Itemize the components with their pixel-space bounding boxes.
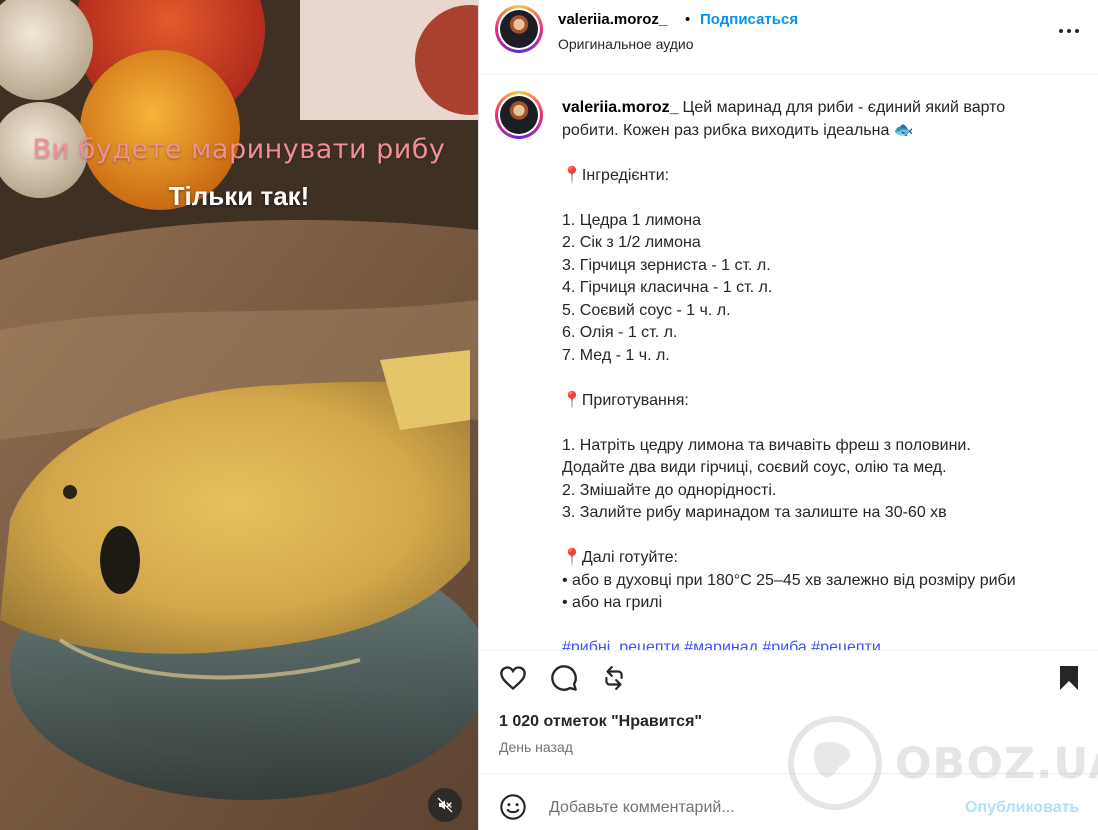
post-panel: valeriia.moroz_ • Подписаться Оригинальн… xyxy=(478,0,1098,830)
author-avatar[interactable] xyxy=(495,5,543,53)
author-username[interactable]: valeriia.moroz_ xyxy=(558,11,667,28)
caption-avatar[interactable] xyxy=(495,91,543,139)
post-media[interactable]: Ви будете маринувати рибу Тільки так! xyxy=(0,0,478,830)
more-horizontal-icon xyxy=(1059,29,1079,33)
follow-button[interactable]: Подписаться xyxy=(700,11,798,28)
mute-button[interactable] xyxy=(428,788,462,822)
like-button[interactable] xyxy=(496,661,530,695)
comment-icon xyxy=(551,665,577,691)
post-time[interactable]: День назад xyxy=(499,739,573,755)
overlay-subtitle: Тільки так! xyxy=(168,181,310,211)
post-comment-button[interactable]: Опубликовать xyxy=(965,799,1079,817)
likes-count[interactable]: 1 020 отметок "Нравится" xyxy=(499,713,702,731)
caption-username[interactable]: valeriia.moroz_ xyxy=(562,99,679,116)
save-button[interactable] xyxy=(1052,661,1086,695)
comment-button[interactable] xyxy=(547,661,581,695)
heart-icon xyxy=(500,666,526,691)
hashtags[interactable]: #рибні_рецепти #маринад #риба #рецепти xyxy=(562,639,881,650)
fish-photo xyxy=(0,0,478,830)
smiley-icon[interactable] xyxy=(499,793,527,821)
post-header: valeriia.moroz_ • Подписаться Оригинальн… xyxy=(479,0,1098,75)
separator-dot: • xyxy=(685,11,691,28)
bookmark-filled-icon xyxy=(1060,666,1078,690)
audio-label[interactable]: Оригинальное аудио xyxy=(558,36,694,52)
action-bar xyxy=(479,652,1098,704)
repost-button[interactable] xyxy=(597,661,631,695)
more-options-button[interactable] xyxy=(1056,20,1082,42)
comment-bar: Опубликовать xyxy=(479,773,1098,830)
repost-icon xyxy=(605,666,623,690)
caption-area: valeriia.moroz_ Цей маринад для риби - єд… xyxy=(479,76,1098,651)
caption-text: valeriia.moroz_ Цей маринад для риби - єд… xyxy=(562,97,1062,650)
overlay-title: Ви будете маринувати рибу xyxy=(32,134,446,165)
speaker-muted-icon xyxy=(437,797,453,813)
caption-body: Цей маринад для риби - єдиний який варто… xyxy=(562,99,1016,611)
comment-input[interactable] xyxy=(549,796,949,820)
